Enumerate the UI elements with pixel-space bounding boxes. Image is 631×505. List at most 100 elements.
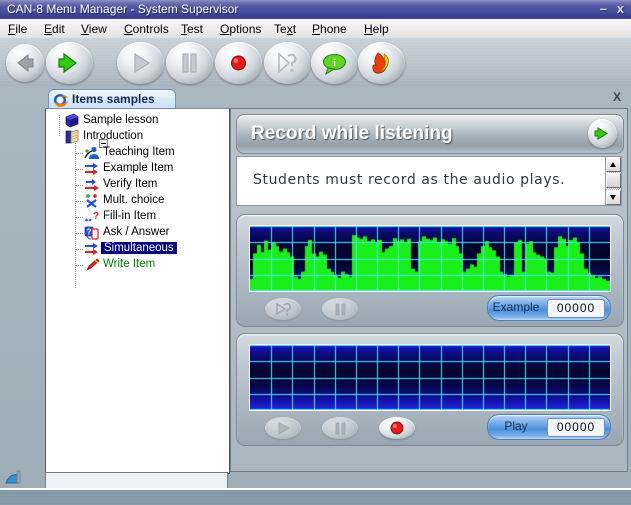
example-counter: Example 00000 [487, 295, 611, 321]
menu-view[interactable]: View [81, 22, 107, 36]
tree-guide [76, 249, 84, 250]
student-recorder-panel: Play 00000 [236, 333, 624, 446]
tree-node-fill-in-item[interactable]: ? Fill-in Item [46, 209, 229, 225]
exit-button[interactable] [358, 42, 405, 84]
example-counter-value: 00000 [547, 299, 605, 318]
tree-guide [76, 233, 84, 234]
svg-text:?: ? [93, 211, 99, 222]
ask-answer-icon: ? [84, 225, 100, 241]
tab-items-samples[interactable]: Items samples [48, 89, 176, 110]
banner-title: Record while listening [251, 123, 453, 144]
forward-button[interactable] [46, 42, 93, 84]
info-button[interactable]: i [311, 42, 358, 84]
tree-guide [76, 169, 84, 170]
fill-in-icon: ? [84, 209, 100, 225]
tree-node-label: Write Item [103, 258, 156, 270]
tree-node-label: Sample lesson [83, 114, 159, 126]
tree-guide [76, 201, 84, 202]
tab-label: Items samples [72, 92, 155, 106]
play-waveform-canvas [250, 345, 610, 410]
minimize-button[interactable]: – [600, 2, 607, 16]
menu-bar: File Edit View Controls Test Options Tex… [0, 19, 631, 39]
tree-guide [76, 265, 84, 266]
menu-phone[interactable]: Phone [312, 22, 347, 36]
multiple-choice-icon [84, 193, 100, 209]
simultaneous-icon [84, 241, 100, 257]
banner-next-button[interactable] [588, 119, 617, 148]
toolbar: i [0, 38, 631, 88]
lesson-description: Students must record as the audio plays. [253, 172, 566, 188]
tree-node-simultaneous[interactable]: Simultaneous [46, 241, 229, 257]
window-bottom-edge [0, 488, 631, 490]
tree-node-sample-lesson[interactable]: Sample lesson [46, 113, 229, 129]
record-button[interactable] [379, 417, 415, 439]
tree-node-example-item[interactable]: Example Item [46, 161, 229, 177]
verify-arrow-icon [84, 177, 100, 193]
example-arrow-icon [84, 161, 100, 177]
play-waveform[interactable] [249, 344, 611, 411]
title-bar[interactable]: CAN-8 Menu Manager - System Supervisor –… [0, 0, 631, 20]
small-tray-icon [5, 467, 27, 489]
menu-controls[interactable]: Controls [124, 22, 169, 36]
svg-text:i: i [333, 58, 336, 69]
description-scrollbar[interactable] [605, 157, 621, 205]
lesson-banner: Record while listening [236, 114, 624, 154]
example-pause-button[interactable] [322, 298, 358, 320]
lesson-description-area: Students must record as the audio plays. [236, 156, 622, 206]
tree-node-ask-answer[interactable]: ? Ask / Answer [46, 225, 229, 241]
tree-node-label: Simultaneous [101, 242, 177, 254]
menu-file[interactable]: File [8, 22, 27, 36]
example-waveform-canvas [250, 226, 610, 291]
menu-edit[interactable]: Edit [44, 22, 65, 36]
tree-node-label: Verify Item [103, 178, 158, 190]
example-repeat-button[interactable] [265, 298, 301, 320]
open-book-icon [64, 129, 80, 145]
repeat-help-button[interactable] [264, 42, 311, 84]
teaching-icon [84, 145, 100, 161]
example-waveform[interactable] [249, 225, 611, 292]
play-button[interactable] [265, 417, 301, 439]
play-counter-value: 00000 [547, 418, 605, 437]
app-client-area: Items samples X Sample lesson Introducti… [0, 87, 631, 490]
browser-e-icon [53, 92, 69, 108]
play-counter-label: Play [504, 419, 528, 433]
scroll-down-button[interactable] [606, 190, 621, 205]
pause-button[interactable] [166, 42, 213, 84]
menu-test[interactable]: Test [181, 22, 203, 36]
tree-node-label: Fill-in Item [103, 210, 157, 222]
tree-node-introduction[interactable]: Introduction [46, 129, 229, 145]
tree-guide [76, 153, 84, 154]
menu-help[interactable]: Help [364, 22, 389, 36]
menu-options[interactable]: Options [220, 22, 261, 36]
tree-node-verify-item[interactable]: Verify Item [46, 177, 229, 193]
play-button[interactable] [117, 42, 164, 84]
play-counter: Play 00000 [487, 414, 611, 440]
record-button[interactable] [215, 42, 262, 84]
close-button[interactable]: x [617, 2, 624, 16]
tree-node-mult-choice[interactable]: Mult. choice [46, 193, 229, 209]
scroll-up-button[interactable] [606, 157, 621, 172]
svg-text:?: ? [87, 228, 92, 237]
example-counter-label: Example [492, 300, 540, 314]
green-right-arrow-icon [594, 127, 608, 140]
tree-node-label: Mult. choice [103, 194, 165, 206]
back-button[interactable] [6, 44, 44, 82]
window-title: CAN-8 Menu Manager - System Supervisor [7, 2, 239, 16]
tree-guide [76, 217, 84, 218]
example-recorder-panel: Example 00000 [236, 214, 624, 327]
items-tree-panel[interactable]: Sample lesson Introduction Teaching Item… [45, 108, 230, 474]
main-window: CAN-8 Menu Manager - System Supervisor –… [0, 0, 631, 490]
tree-node-label: Teaching Item [103, 146, 175, 158]
tree-node-teaching-item[interactable]: Teaching Item [46, 145, 229, 161]
pencil-icon [84, 257, 100, 273]
tree-node-label: Example Item [103, 162, 174, 174]
tree-node-write-item[interactable]: Write Item [46, 257, 229, 273]
tree-node-label: Introduction [83, 130, 144, 142]
menu-text[interactable]: Text [274, 22, 296, 36]
tree-node-label: Ask / Answer [103, 226, 170, 238]
pause-button[interactable] [322, 417, 358, 439]
tree-guide [76, 185, 84, 186]
book-icon [64, 113, 80, 129]
tab-close-button[interactable]: X [613, 90, 621, 104]
scrollbar-thumb[interactable] [606, 173, 621, 188]
